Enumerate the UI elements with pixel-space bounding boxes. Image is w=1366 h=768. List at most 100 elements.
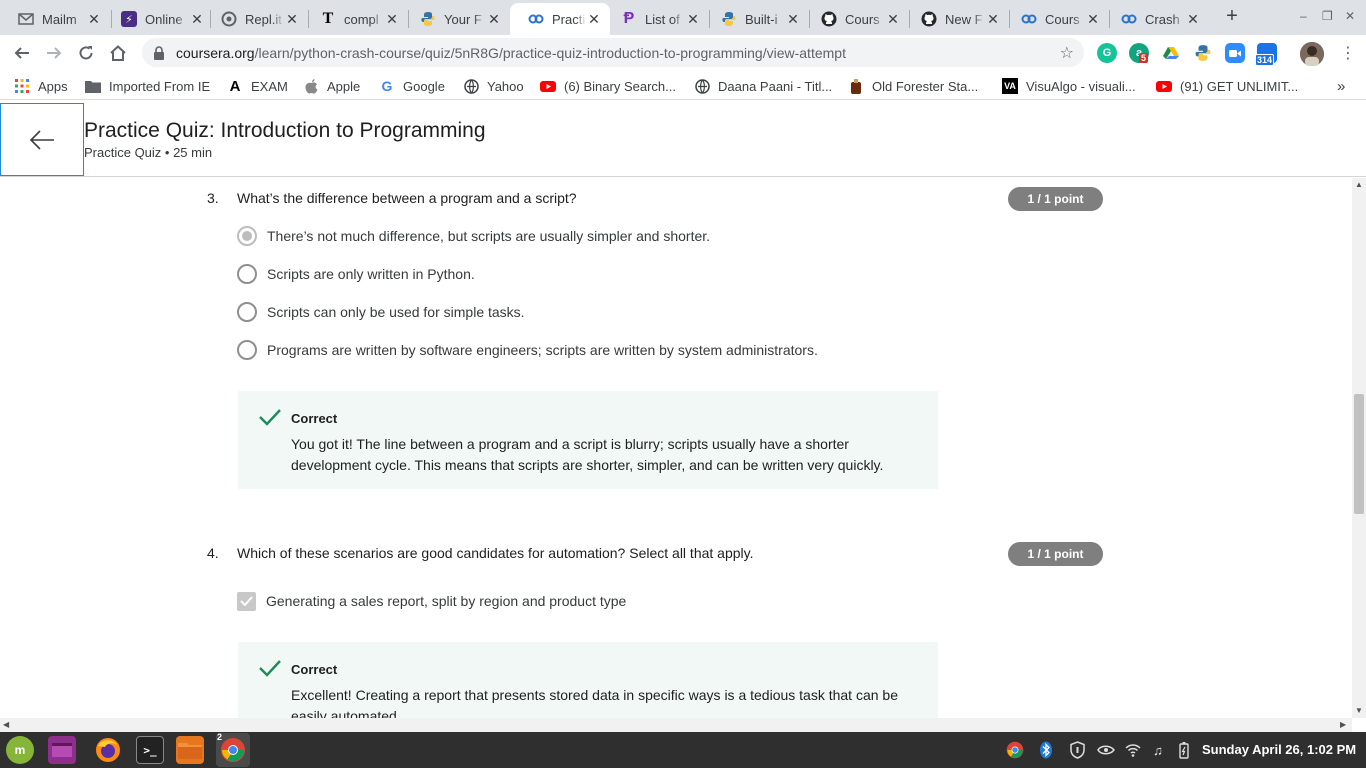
bookmark-daana-paani[interactable]: Daana Paani - Titl...	[694, 76, 832, 96]
tab-mailm[interactable]: Mailm ✕	[0, 3, 110, 35]
radio-button[interactable]	[237, 264, 257, 284]
bookmark-label: Apple	[327, 78, 361, 94]
tab-list-of[interactable]: Ᵽ List of ✕	[603, 3, 709, 35]
lock-icon	[154, 45, 164, 60]
restore-icon[interactable]: ❐	[1322, 9, 1333, 23]
tab-built-in[interactable]: Built-i ✕	[703, 3, 809, 35]
close-icon[interactable]: ✕	[785, 11, 801, 28]
back-button[interactable]	[8, 39, 36, 67]
more-bookmarks-chevron-icon[interactable]: »	[1337, 76, 1345, 96]
tab-title: compl	[344, 11, 379, 27]
close-icon[interactable]: ✕	[486, 11, 502, 28]
answer-option[interactable]: Scripts are only written in Python.	[237, 263, 475, 285]
back-to-course-button[interactable]	[0, 103, 84, 176]
bookmark-exam[interactable]: A EXAM	[227, 76, 288, 96]
coursera-icon	[1021, 11, 1037, 27]
close-icon[interactable]: ✕	[1085, 11, 1101, 28]
bookmark-get-unlimited[interactable]: (91) GET UNLIMIT...	[1156, 76, 1298, 96]
close-icon[interactable]: ✕	[1185, 11, 1201, 28]
close-icon[interactable]: ✕	[885, 11, 901, 28]
bookmark-label: Google	[403, 78, 445, 94]
answer-option[interactable]: There’s not much difference, but scripts…	[237, 225, 710, 247]
close-icon[interactable]: ✕	[586, 11, 602, 28]
bookmark-label: Daana Paani - Titl...	[718, 78, 833, 94]
mint-menu-icon[interactable]: m	[6, 736, 34, 764]
radio-button[interactable]	[237, 302, 257, 322]
bookmark-label: EXAM	[251, 78, 288, 94]
chrome-taskbar-button[interactable]: 2	[216, 732, 250, 767]
horizontal-scrollbar[interactable]: ◀ ▶	[0, 718, 1352, 732]
clock[interactable]: Sunday April 26, 1:02 PM	[1202, 742, 1356, 757]
forward-button[interactable]	[40, 39, 68, 67]
checkbox-checked[interactable]	[237, 591, 256, 611]
close-icon[interactable]: ✕	[985, 11, 1001, 28]
bookmark-binary-search[interactable]: (6) Binary Search...	[540, 76, 676, 96]
radio-button-selected[interactable]	[237, 226, 257, 246]
battery-icon[interactable]	[1175, 741, 1193, 759]
tab-cours[interactable]: Cours ✕	[803, 3, 909, 35]
shield-icon[interactable]	[1068, 741, 1086, 759]
feedback-box: Correct Excellent! Creating a report tha…	[238, 642, 938, 718]
scroll-left-arrow-icon[interactable]: ◀	[3, 720, 9, 729]
extension-a-icon[interactable]: a 5	[1129, 43, 1149, 63]
scroll-up-arrow-icon[interactable]: ▲	[1355, 180, 1363, 189]
bookmark-visualgo[interactable]: VA VisuAlgo - visuali...	[1002, 76, 1136, 96]
scroll-down-arrow-icon[interactable]: ▼	[1355, 706, 1363, 715]
tab-your-f[interactable]: Your F ✕	[402, 3, 510, 35]
firefox-icon[interactable]	[94, 736, 122, 764]
files-folder-icon[interactable]	[176, 736, 204, 764]
music-note-icon[interactable]: ♫	[1149, 741, 1167, 759]
bookmarks-bar: Apps Imported From IE A EXAM Apple G Goo…	[0, 71, 1366, 100]
tab-crash[interactable]: Crash ✕	[1103, 3, 1209, 35]
bookmark-yahoo[interactable]: Yahoo	[463, 76, 524, 96]
bookmark-star-icon[interactable]: ☆	[1060, 43, 1074, 63]
new-tab-button[interactable]: +	[1220, 5, 1244, 29]
address-bar[interactable]: coursera.org/learn/python-crash-course/q…	[142, 38, 1084, 67]
close-icon[interactable]: ✕	[685, 11, 701, 28]
tab-cours-2[interactable]: Cours ✕	[1003, 3, 1109, 35]
tab-practice-quiz[interactable]: Practi ✕	[510, 3, 610, 35]
close-icon[interactable]: ✕	[86, 11, 102, 28]
bookmark-apple[interactable]: Apple	[303, 76, 360, 96]
bluetooth-icon[interactable]	[1037, 741, 1055, 759]
reload-button[interactable]	[72, 39, 100, 67]
minimize-icon[interactable]: –	[1300, 9, 1307, 23]
radio-button[interactable]	[237, 340, 257, 360]
answer-option[interactable]: Generating a sales report, split by regi…	[237, 590, 626, 612]
chrome-tray-icon[interactable]	[1006, 741, 1024, 759]
home-button[interactable]	[104, 39, 132, 67]
bottle-icon	[848, 78, 864, 94]
scrollbar-thumb[interactable]	[1354, 394, 1364, 514]
bookmark-google[interactable]: G Google	[379, 76, 445, 96]
answer-option[interactable]: Scripts can only be used for simple task…	[237, 301, 525, 323]
answer-option[interactable]: Programs are written by software enginee…	[237, 339, 818, 361]
tab-replit[interactable]: Repl.it ✕	[203, 3, 308, 35]
tab-new-f[interactable]: New F ✕	[903, 3, 1009, 35]
grammarly-icon[interactable]: G	[1097, 43, 1117, 63]
python-extension-icon[interactable]	[1193, 43, 1213, 63]
drive-icon[interactable]	[1161, 43, 1181, 63]
tab-online[interactable]: ⚡ Online ✕	[103, 3, 213, 35]
close-icon[interactable]: ✕	[384, 11, 400, 28]
bookmark-apps[interactable]: Apps	[14, 76, 68, 96]
window-close-icon[interactable]: ✕	[1345, 9, 1355, 23]
profile-avatar[interactable]	[1300, 42, 1324, 66]
yahoo-icon	[463, 78, 479, 94]
terminal-icon[interactable]: >_	[136, 736, 164, 764]
page-subtitle: Practice Quiz • 25 min	[84, 145, 213, 160]
bookmark-old-forester[interactable]: Old Forester Sta...	[848, 76, 978, 96]
wifi-icon[interactable]	[1124, 741, 1142, 759]
mail-icon	[18, 11, 34, 27]
option-label: Scripts are only written in Python.	[267, 266, 475, 282]
nvidia-icon[interactable]	[1097, 741, 1115, 759]
calendar-extension-icon[interactable]: 314	[1255, 43, 1277, 66]
close-icon[interactable]: ✕	[284, 11, 300, 28]
show-desktop-icon[interactable]	[48, 736, 76, 764]
bookmark-imported-from-ie[interactable]: Imported From IE	[85, 76, 210, 96]
scroll-right-arrow-icon[interactable]: ▶	[1340, 720, 1346, 729]
zoom-icon[interactable]	[1225, 43, 1245, 63]
menu-kebab-icon[interactable]: ⋮	[1334, 39, 1362, 67]
bookmark-label: Yahoo	[487, 78, 524, 94]
coursera-icon	[1121, 11, 1137, 27]
tab-compl[interactable]: T compl ✕	[302, 3, 408, 35]
